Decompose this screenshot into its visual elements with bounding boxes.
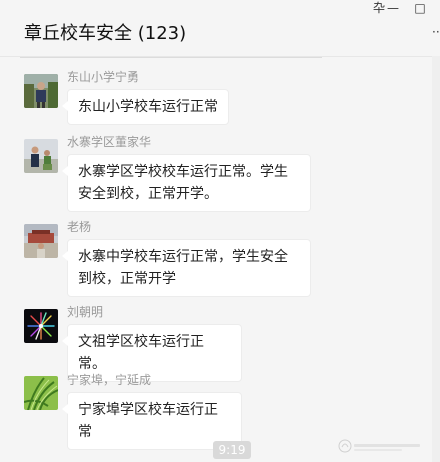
time-badge: 9:19 xyxy=(213,441,251,459)
message-bubble[interactable]: 水寨学区学校校车运行正常。学生安全到校，正常开学。 xyxy=(62,154,311,212)
person-photo-avatar[interactable] xyxy=(24,139,58,173)
message-list: 东山小学宁勇 东山小学校车运行正常 水寨学区董家华 水寨学区学校校车运行正常。学… xyxy=(0,57,432,462)
scrollbar-track[interactable] xyxy=(432,56,440,462)
sender-name: 东山小学宁勇 xyxy=(67,70,140,84)
divider xyxy=(20,57,322,58)
message-bubble[interactable]: 水寨中学校车运行正常，学生安全到校，正常开学 xyxy=(62,239,311,297)
person-photo-avatar[interactable] xyxy=(24,74,58,108)
sender-name: 老杨 xyxy=(67,220,92,234)
sender-name: 宁家埠，宁延成 xyxy=(67,373,152,387)
more-options-icon[interactable]: ··· xyxy=(432,26,440,38)
title-bar: 章丘校车安全 (123) 卆 — □ ··· xyxy=(0,0,440,57)
maximize-button[interactable]: □ xyxy=(405,0,435,16)
landmark-photo-avatar[interactable] xyxy=(24,224,58,258)
sender-name: 水寨学区董家华 xyxy=(67,135,152,149)
minimize-button[interactable]: — xyxy=(378,0,408,16)
sender-name: 刘朝明 xyxy=(67,305,104,319)
plant-avatar[interactable] xyxy=(24,376,58,410)
chat-title: 章丘校车安全 (123) xyxy=(24,23,187,44)
chat-window: 章丘校车安全 (123) 卆 — □ ··· 东山小学宁勇 xyxy=(0,0,440,462)
message-bubble[interactable]: 东山小学校车运行正常 xyxy=(62,89,229,125)
firework-avatar[interactable] xyxy=(24,309,58,343)
watermark-logo xyxy=(338,438,426,457)
